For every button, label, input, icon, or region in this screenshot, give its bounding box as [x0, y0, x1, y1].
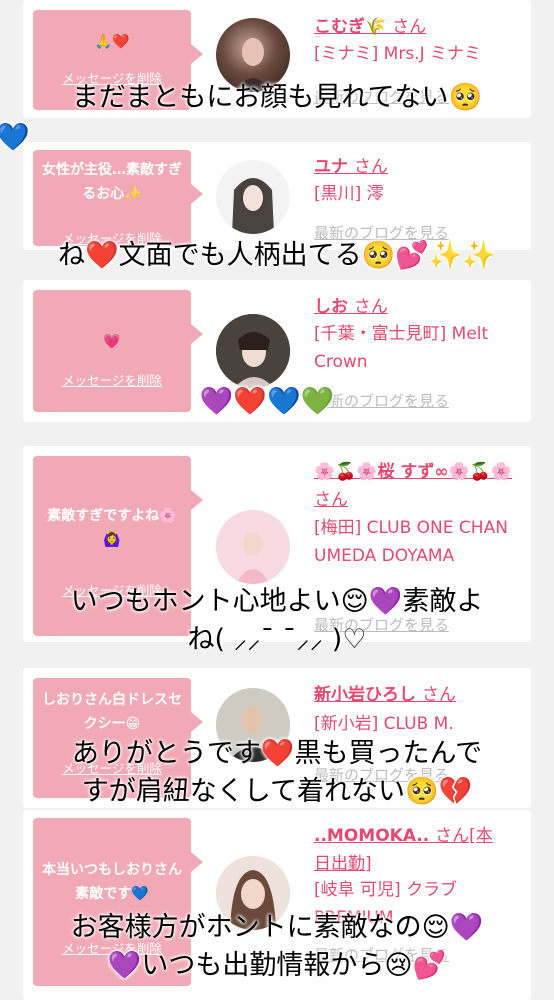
honorific: さん: [392, 17, 427, 37]
caption-line: 💜❤️💙💚: [199, 386, 335, 417]
avatar[interactable]: [216, 314, 290, 388]
honorific: さん: [353, 157, 388, 177]
message-text: 本当いつもしおりさん素敵です💙: [42, 862, 182, 902]
caption-line: 💜いつも出勤情報から😢💕: [107, 950, 447, 981]
sender-name-text: ユナ: [314, 157, 348, 177]
caption-line: まだまともにお顔も見れてない🥺: [71, 82, 483, 113]
sender-name[interactable]: ..MOMOKA.. さん[本日出勤]: [314, 822, 504, 878]
shop-info: [黒川] 澪: [314, 184, 384, 204]
sender-name[interactable]: しお さん: [314, 292, 388, 317]
sender-name-text: こむぎ🌾: [314, 17, 387, 37]
shop-info: [千葉・富士見町] Melt Crown: [314, 324, 489, 372]
sender-name[interactable]: ユナ さん: [314, 152, 388, 177]
shop-info: [ミナミ] Mrs.J ミナミ: [314, 44, 482, 64]
sender-name-text: 🌸🍒🌸桜 すず∞🌸🍒🌸: [314, 462, 513, 482]
sender-name-text: しお: [314, 297, 348, 317]
sender-name-text: ..MOMOKA..: [314, 826, 430, 846]
caption-line: ね( ⸝⸝¯ ¯⸝⸝ )♡: [187, 624, 367, 655]
caption-line: お客様方がホントに素敵なの😌💜: [70, 912, 484, 943]
message-card: 女性が主役…素敵すぎるお心✨ メッセージを削除 ユナ さん [黒川] 澪 最新の…: [23, 142, 531, 250]
caption-line: ありがとうです❤️黒も買ったんで: [71, 738, 483, 769]
honorific: さん: [421, 685, 456, 705]
message-bubble: 女性が主役…素敵すぎるお心✨ メッセージを削除: [33, 150, 203, 246]
caption-line: いつもホント心地よい😌💜素敵よ: [70, 586, 484, 617]
message-text: 女性が主役…素敵すぎるお心✨: [42, 162, 182, 202]
sender-name[interactable]: 🌸🍒🌸桜 すず∞🌸🍒🌸 さん: [314, 458, 524, 514]
shop-info: [梅田] CLUB ONE CHAN UMEDA DOYAMA: [314, 518, 508, 566]
avatar-photo: [232, 178, 274, 234]
message-text: 素敵すぎですよね🌸🙆‍♀️: [47, 508, 177, 548]
avatar-photo: [216, 510, 290, 584]
honorific: さん: [314, 490, 348, 510]
message-text: しおりさん白ドレスセクシー😁: [42, 692, 182, 732]
sender-name[interactable]: 新小岩ひろし さん: [314, 680, 456, 705]
avatar[interactable]: [216, 160, 290, 234]
caption-line: すが肩紐なくして着れない🥺💔: [81, 776, 473, 807]
sender-name[interactable]: こむぎ🌾 さん: [314, 12, 426, 37]
avatar[interactable]: [216, 510, 290, 584]
message-text: 💗: [103, 334, 121, 350]
honorific: さん: [353, 297, 388, 317]
caption-line: 💙: [0, 122, 30, 153]
message-text: 🙏❤️: [94, 34, 130, 50]
avatar-photo: [216, 314, 290, 388]
shop-info: [新小岩] CLUB M.: [314, 714, 454, 734]
sender-name-text: 新小岩ひろし: [314, 685, 416, 705]
caption-line: ね❤️文面でも人柄出てる🥺💕✨✨: [57, 240, 497, 271]
